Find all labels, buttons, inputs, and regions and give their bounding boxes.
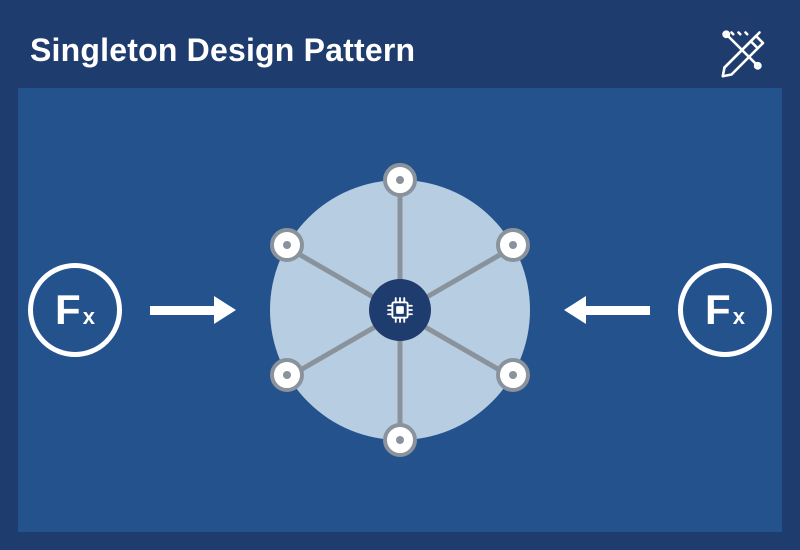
hub-node <box>270 358 304 392</box>
fx-sub: x <box>733 304 745 330</box>
arrow-left-icon <box>564 296 650 324</box>
singleton-diagram: F x F x <box>18 88 782 532</box>
cpu-chip-icon <box>369 279 431 341</box>
function-badge-right: F x <box>678 263 772 357</box>
hub-node <box>270 228 304 262</box>
hub-node <box>383 423 417 457</box>
fx-main: F <box>705 289 731 331</box>
diagram-canvas: F x F x <box>18 88 782 532</box>
header: Singleton Design Pattern <box>0 0 800 96</box>
function-badge-left: F x <box>28 263 122 357</box>
hub-node <box>496 228 530 262</box>
hub-node <box>383 163 417 197</box>
fx-sub: x <box>83 304 95 330</box>
fx-main: F <box>55 289 81 331</box>
hub-circle <box>270 180 530 440</box>
arrow-right-icon <box>150 296 236 324</box>
hub-node <box>496 358 530 392</box>
design-tools-icon <box>714 22 770 78</box>
page-title: Singleton Design Pattern <box>30 32 415 69</box>
